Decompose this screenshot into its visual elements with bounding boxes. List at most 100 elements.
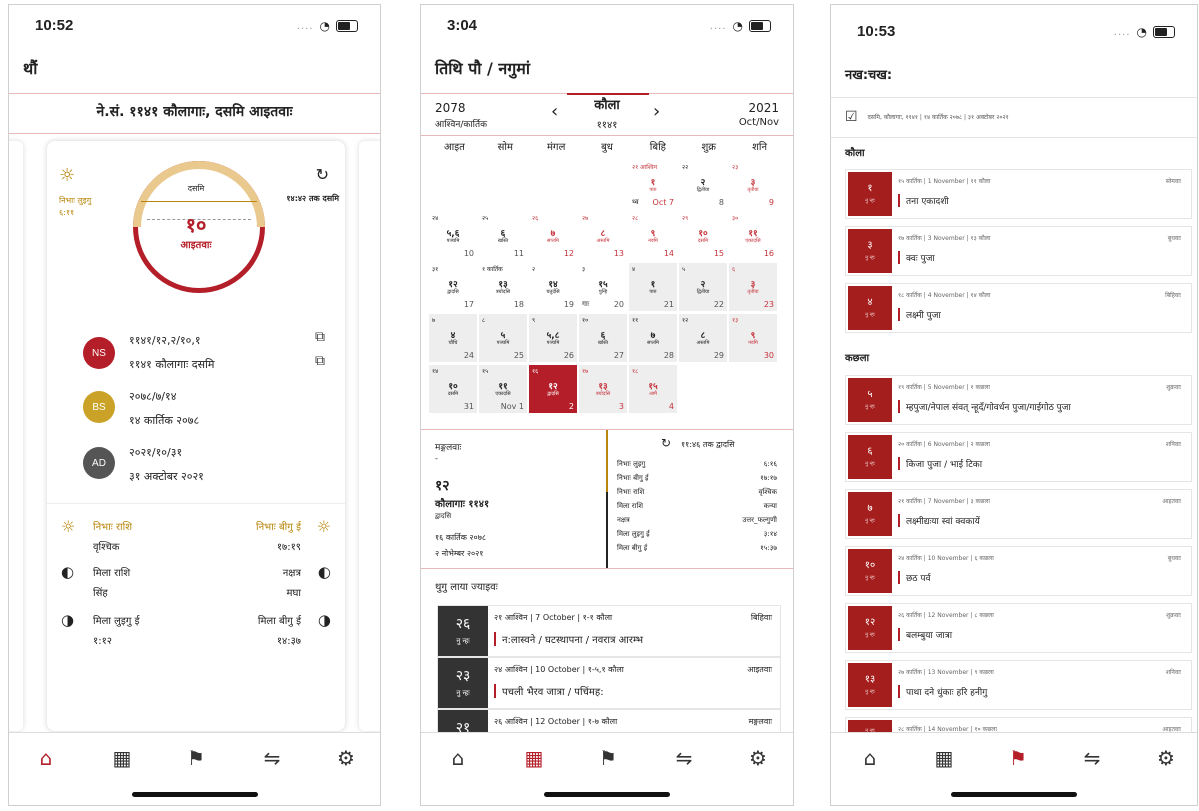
event-weekday: आइतवाः xyxy=(747,665,772,674)
calendar-day-cell[interactable]: ८ ५ पञ्चमि 25 xyxy=(479,314,527,362)
moon-rashi-label: मिला राशि xyxy=(93,568,131,579)
sun-icon: ☼ xyxy=(61,517,76,536)
cell-ad-day: 13 xyxy=(613,249,624,258)
calendar-day-cell[interactable]: १३ ९ नवमि 30 xyxy=(729,314,777,362)
festival-icon[interactable]: ⚑ xyxy=(595,745,621,771)
convert-icon[interactable]: ⇋ xyxy=(671,745,697,771)
calendar-day-cell[interactable]: ३१ १२ द्वादसि 17 xyxy=(429,263,477,311)
calendar-day-cell[interactable]: २३ ३ तृतीया 9 xyxy=(729,161,777,209)
cell-tithi: आमै xyxy=(648,391,658,397)
cell-ad-day: 20 xyxy=(613,300,624,309)
prev-day-card[interactable] xyxy=(9,141,23,731)
cell-bs-day: १५ xyxy=(482,368,489,375)
battery-icon xyxy=(1153,26,1175,38)
calendar-icon[interactable]: ▦ xyxy=(521,745,547,771)
moon-icon: ◐ xyxy=(61,563,75,581)
moonrise-icon: ◑ xyxy=(61,611,75,629)
home-icon[interactable]: ⌂ xyxy=(857,745,883,771)
calendar-day-cell[interactable]: २४ ५,६ पञ्चमि 10 xyxy=(429,212,477,260)
sun-icon: ☼ xyxy=(316,517,331,536)
cell-tithi: द्वादसि xyxy=(547,391,559,397)
copy-icon[interactable]: ⧉ xyxy=(315,329,325,345)
moonrise-value: १:१२ xyxy=(93,636,112,647)
calendar-day-cell[interactable]: २५ ६ खस्ति 11 xyxy=(479,212,527,260)
festival-item[interactable]: १३ नु न्हः २७ कार्तिक | 13 November | ९ कछ… xyxy=(845,660,1192,710)
copy-icon[interactable]: ⧉ xyxy=(315,353,325,369)
day-card[interactable]: ☼ निभाः लुइगु ६:११ ↻ १४:४२ तक दसमि दसमि … xyxy=(47,141,345,731)
festival-date-number: १२ xyxy=(864,617,876,628)
calendar-day-cell[interactable]: २१ आश्विन १ पारु Oct 7 थ्व xyxy=(629,161,677,209)
moon-icon: ◐ xyxy=(317,563,331,581)
detail-row: निभाः बीगु ई १७:१७ xyxy=(617,474,777,483)
calendar-day-cell[interactable]: ३ १५ पुन्हि 20 गाः xyxy=(579,263,627,311)
signal-icon: .... xyxy=(709,20,727,32)
calendar-day-cell[interactable]: ११ ७ सप्तमि 28 xyxy=(629,314,677,362)
festival-item[interactable]: ३ नु न्हः १७ कार्तिक | 3 November | १३ कौल… xyxy=(845,226,1192,276)
cell-ad-day: 25 xyxy=(513,351,524,360)
calendar-day-cell[interactable]: २८ ९ नवमि 14 xyxy=(629,212,677,260)
calendar-day-cell[interactable]: ५ २ द्वितीया 22 xyxy=(679,263,727,311)
calendar-day-cell[interactable]: १६ १२ द्वादसि 2 xyxy=(529,365,577,413)
cell-bs-day: ४ xyxy=(632,266,636,273)
home-icon[interactable]: ⌂ xyxy=(33,745,59,771)
cell-ad-day: 28 xyxy=(663,351,674,360)
calendar-icon[interactable]: ▦ xyxy=(931,745,957,771)
section-kachhala: कछला xyxy=(845,353,870,364)
detail-row: मिला राशि कन्या xyxy=(617,502,777,511)
festival-item[interactable]: १ नु न्हः १५ कार्तिक | 1 November | ११ कौल… xyxy=(845,169,1192,219)
next-month-button[interactable]: › xyxy=(653,101,660,122)
festival-item[interactable]: १० नु न्हः २४ कार्तिक | 10 November | ६ कछ… xyxy=(845,546,1192,596)
calendar-icon[interactable]: ▦ xyxy=(109,745,135,771)
weekday-header: आइत सोम मंगल बुध बिहि शुक्र शनि xyxy=(429,139,785,153)
cell-bs-day: २१ आश्विन xyxy=(632,164,658,171)
festival-item[interactable]: १२ नु न्हः २६ कार्तिक | 12 November | ८ कछ… xyxy=(845,603,1192,653)
calendar-day-cell[interactable]: ४ १ पारु 21 xyxy=(629,263,677,311)
event-item[interactable]: २६ नु न्हः २१ आश्विन | 7 October | १-१ कौल… xyxy=(437,605,781,657)
festival-icon[interactable]: ⚑ xyxy=(183,745,209,771)
current-date-text: दसमि, कौलागाः, ११४१ | १४ कार्तिक २०७८ | … xyxy=(867,114,1009,121)
detail-tithi-end: ११:४६ तक द्वादसि xyxy=(681,440,735,449)
festival-thumb-sub: नु न्हः xyxy=(865,461,875,467)
page-title: थौं xyxy=(23,59,38,78)
event-item[interactable]: २३ नु न्हः २४ आश्विन | 10 October | १-५,१ … xyxy=(437,657,781,709)
calendar-day-cell[interactable]: २९ १० दसमि 15 xyxy=(679,212,727,260)
convert-icon[interactable]: ⇋ xyxy=(259,745,285,771)
festival-item[interactable]: ७ नु न्हः २१ कार्तिक | 7 November | ३ कछला… xyxy=(845,489,1192,539)
festival-item[interactable]: ६ नु न्हः २० कार्तिक | 6 November | २ कछला… xyxy=(845,432,1192,482)
calendar-day-cell[interactable]: ६ ३ तृतीया 23 xyxy=(729,263,777,311)
tithi-top: दसमि xyxy=(187,184,205,193)
calendar-day-cell[interactable]: १० ६ खस्ति 27 xyxy=(579,314,627,362)
status-bar: 10:53 .... ◔ xyxy=(831,5,1197,49)
calendar-day-cell[interactable]: १८ १५ आमै 4 xyxy=(629,365,677,413)
calendar-day-cell[interactable]: ३० ११ एकादसि 16 xyxy=(729,212,777,260)
wifi-icon: ◔ xyxy=(1136,25,1147,39)
festival-thumbnail: १ नु न्हः xyxy=(848,172,892,216)
festival-item[interactable]: ५ नु न्हः १९ कार्तिक | 5 November | १ कछला… xyxy=(845,375,1192,425)
home-icon[interactable]: ⌂ xyxy=(445,745,471,771)
calendar-day-cell[interactable]: १२ ८ अस्तमि 29 xyxy=(679,314,727,362)
festival-icon[interactable]: ⚑ xyxy=(1005,745,1031,771)
calendar-day-cell[interactable]: २ १४ चतुर्दसि 19 xyxy=(529,263,577,311)
calendar-day-cell[interactable]: ९ ५,८ पञ्चमि 26 xyxy=(529,314,577,362)
festival-item[interactable]: ४ नु न्हः १८ कार्तिक | 4 November | १४ कौल… xyxy=(845,283,1192,333)
calendar-day-cell[interactable]: २२ २ द्वितीया 8 xyxy=(679,161,727,209)
calendar-day-cell[interactable]: १४ १० दसमि 31 xyxy=(429,365,477,413)
gear-icon[interactable]: ⚙ xyxy=(1153,745,1179,771)
calendar-day-cell[interactable]: २७ ८ अस्तमि 13 xyxy=(579,212,627,260)
calendar-day-cell[interactable]: १ कार्तिक १३ त्रयोदसि 18 xyxy=(479,263,527,311)
calendar-day-cell[interactable]: ७ ४ चौथि 24 xyxy=(429,314,477,362)
detail-row-key: नक्षत्र xyxy=(617,516,630,524)
tab-bar: ⌂ ▦ ⚑ ⇋ ⚙ xyxy=(421,732,793,805)
calendar-day-cell[interactable]: २६ ७ सप्तमि 12 xyxy=(529,212,577,260)
convert-icon[interactable]: ⇋ xyxy=(1079,745,1105,771)
calendar-day-cell[interactable]: १७ १३ त्रयोदसि 3 xyxy=(579,365,627,413)
cell-ad-day: 3 xyxy=(618,402,624,411)
gear-icon[interactable]: ⚙ xyxy=(333,745,359,771)
festival-name: क्वः पुजा xyxy=(898,251,935,264)
festival-date-number: ६ xyxy=(867,446,873,457)
gear-icon[interactable]: ⚙ xyxy=(745,745,771,771)
cell-ad-day: 26 xyxy=(563,351,574,360)
calendar-day-cell[interactable]: १५ ११ एकादसि Nov 1 xyxy=(479,365,527,413)
next-day-card[interactable] xyxy=(359,141,380,731)
cell-ad-day: 2 xyxy=(568,402,574,411)
